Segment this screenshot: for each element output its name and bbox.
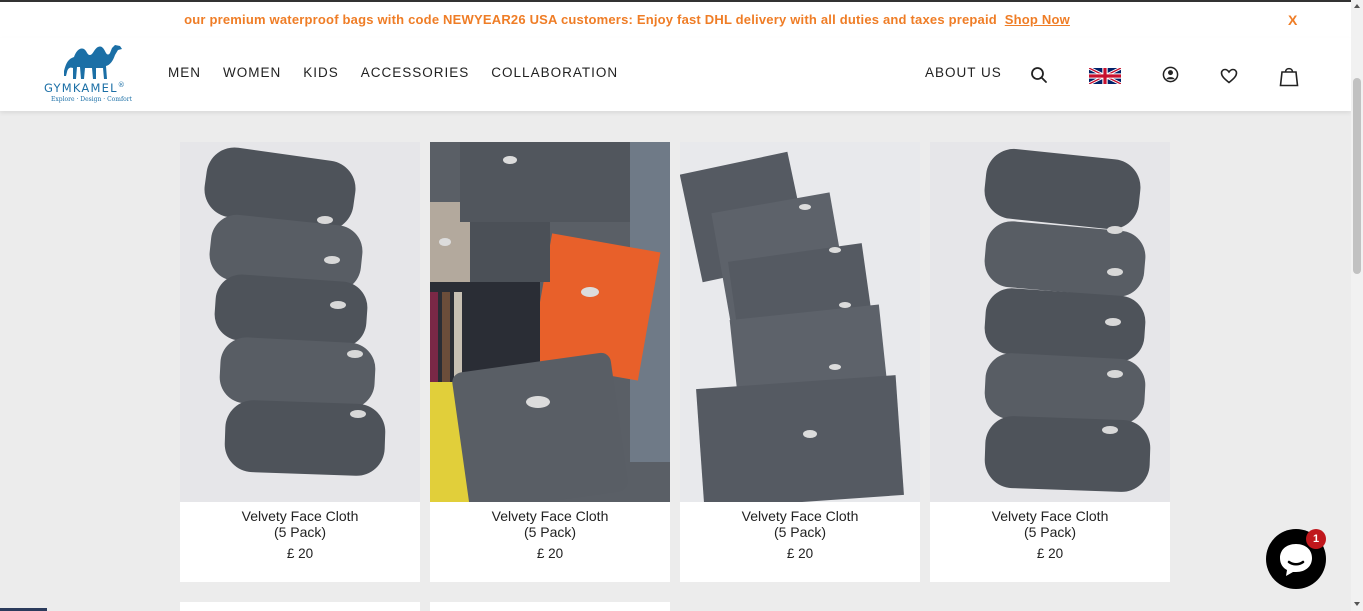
cart-bag-icon[interactable]: [1279, 65, 1299, 87]
site-header: GYMKAMEL® Explore · Design · Comfort MEN…: [0, 38, 1351, 111]
main-nav: MEN WOMEN KIDS ACCESSORIES COLLABORATION: [168, 65, 640, 80]
shop-now-link[interactable]: Shop Now: [1005, 12, 1070, 27]
product-image[interactable]: [930, 142, 1170, 502]
product-title[interactable]: Velvety Face Cloth (5 Pack): [430, 508, 670, 540]
wishlist-heart-icon[interactable]: [1220, 68, 1238, 84]
product-card[interactable]: Velvety Face Cloth (5 Pack) £ 20: [930, 142, 1170, 582]
product-price: £ 20: [536, 546, 564, 561]
product-price: £ 20: [286, 546, 314, 561]
uk-flag-icon[interactable]: [1089, 68, 1121, 84]
product-price: £ 20: [1036, 546, 1064, 561]
nav-item-men[interactable]: MEN: [168, 65, 201, 80]
product-image[interactable]: [180, 142, 420, 502]
product-title[interactable]: Velvety Face Cloth (5 Pack): [930, 508, 1170, 540]
product-card[interactable]: Velvety Face Cloth (5 Pack) £ 20: [680, 142, 920, 582]
nav-item-kids[interactable]: KIDS: [303, 65, 339, 80]
scroll-up-arrow-icon[interactable]: [1354, 4, 1360, 8]
product-title[interactable]: Velvety Face Cloth (5 Pack): [180, 508, 420, 540]
brand-tagline: Explore · Design · Comfort: [51, 96, 133, 103]
nav-item-accessories[interactable]: ACCESSORIES: [361, 65, 470, 80]
scroll-down-arrow-icon[interactable]: [1354, 602, 1360, 606]
page-scrollbar[interactable]: [1351, 0, 1363, 611]
product-card-partial[interactable]: [180, 602, 420, 611]
search-icon[interactable]: [1030, 66, 1048, 84]
brand-name: GYMKAMEL®: [44, 81, 125, 95]
account-icon[interactable]: [1162, 66, 1179, 83]
product-image[interactable]: [680, 142, 920, 502]
announcement-bar: our premium waterproof bags with code NE…: [0, 0, 1351, 38]
close-announcement-button[interactable]: X: [1288, 12, 1297, 28]
nav-item-about-us[interactable]: ABOUT US: [925, 65, 1002, 80]
product-image[interactable]: [430, 142, 670, 502]
product-card[interactable]: Velvety Face Cloth (5 Pack) £ 20: [180, 142, 420, 582]
product-title[interactable]: Velvety Face Cloth (5 Pack): [680, 508, 920, 540]
product-card-partial[interactable]: [430, 602, 670, 611]
nav-item-women[interactable]: WOMEN: [223, 65, 281, 80]
brand-logo[interactable]: GYMKAMEL® Explore · Design · Comfort: [42, 41, 147, 105]
nav-item-collaboration[interactable]: COLLABORATION: [491, 65, 618, 80]
chat-notification-badge: 1: [1306, 529, 1326, 549]
product-price: £ 20: [786, 546, 814, 561]
scrollbar-thumb[interactable]: [1353, 78, 1361, 274]
camel-logo-icon: [64, 45, 122, 79]
announcement-text: our premium waterproof bags with code NE…: [184, 12, 1070, 27]
product-card[interactable]: Velvety Face Cloth (5 Pack) £ 20: [430, 142, 670, 582]
